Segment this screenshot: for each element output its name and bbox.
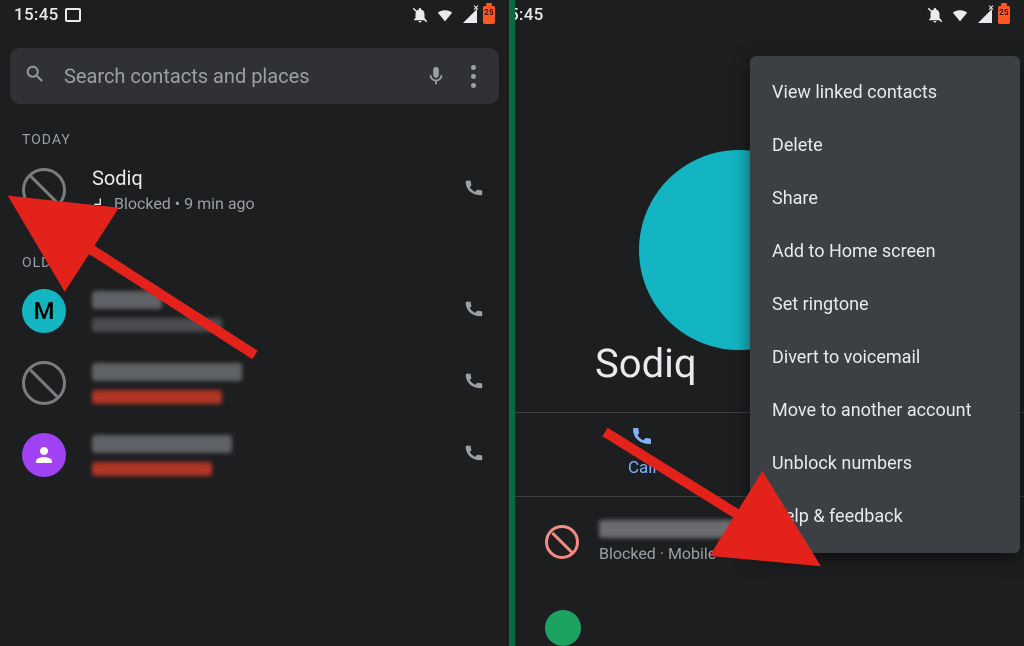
status-time: 15:45 — [14, 5, 59, 25]
call-row-older-3[interactable] — [0, 419, 509, 491]
avatar-generic — [22, 433, 66, 477]
dnd-icon — [411, 6, 429, 24]
call-back-button[interactable] — [463, 369, 491, 397]
menu-help-feedback[interactable]: Help & feedback — [750, 490, 1020, 543]
blurred-number — [599, 520, 759, 538]
whatsapp-icon — [545, 610, 581, 646]
menu-add-home[interactable]: Add to Home screen — [750, 225, 1020, 278]
signal-icon: × — [976, 7, 992, 23]
blurred-name — [92, 435, 232, 453]
search-placeholder: Search contacts and places — [64, 64, 421, 88]
overflow-menu: View linked contacts Delete Share Add to… — [750, 56, 1020, 553]
missed-call-icon — [92, 196, 108, 212]
section-today-label: TODAY — [0, 104, 509, 152]
search-icon — [24, 63, 46, 89]
menu-move-account[interactable]: Move to another account — [750, 384, 1020, 437]
search-bar[interactable]: Search contacts and places — [10, 48, 499, 104]
dnd-icon — [926, 6, 944, 24]
menu-divert-voicemail[interactable]: Divert to voicemail — [750, 331, 1020, 384]
call-back-button[interactable] — [463, 441, 491, 469]
contact-name: Sodiq — [595, 340, 697, 387]
voice-call-row[interactable] — [545, 610, 601, 646]
status-bar: 15:45 × 25 — [0, 0, 509, 30]
blocked-sub: Blocked · Mobile — [599, 544, 759, 563]
right-screenshot: 15:45 × 25 Sodiq Call — [515, 0, 1024, 646]
call-back-button[interactable] — [463, 297, 491, 325]
overflow-menu-icon[interactable] — [457, 65, 489, 88]
picture-icon — [65, 8, 81, 22]
battery-icon: 25 — [998, 6, 1010, 24]
battery-icon: 25 — [483, 6, 495, 24]
blurred-name — [92, 291, 162, 309]
call-row-older-1[interactable]: M — [0, 275, 509, 347]
call-row-older-2[interactable] — [0, 347, 509, 419]
blurred-sub — [92, 462, 212, 476]
mic-icon[interactable] — [421, 65, 451, 87]
section-older-label: OLDER — [0, 227, 509, 275]
call-name: Sodiq — [92, 166, 463, 190]
call-sub: Blocked • 9 min ago — [92, 194, 463, 213]
status-time: 15:45 — [515, 5, 544, 25]
status-bar: 15:45 × 25 — [515, 0, 1024, 30]
blocked-avatar-icon — [22, 168, 66, 212]
blurred-sub — [92, 318, 222, 332]
blurred-sub — [92, 390, 222, 404]
blocked-icon — [545, 525, 579, 559]
menu-share[interactable]: Share — [750, 172, 1020, 225]
menu-delete[interactable]: Delete — [750, 119, 1020, 172]
wifi-icon — [435, 7, 455, 23]
phone-icon — [515, 423, 770, 452]
left-screenshot: 15:45 × 25 Search contacts and places — [0, 0, 509, 646]
call-back-button[interactable] — [463, 176, 491, 204]
avatar-letter-m: M — [22, 289, 66, 333]
menu-unblock-numbers[interactable]: Unblock numbers — [750, 437, 1020, 490]
blurred-name — [92, 363, 242, 381]
call-row-sodiq[interactable]: Sodiq Blocked • 9 min ago — [0, 152, 509, 227]
menu-view-linked[interactable]: View linked contacts — [750, 66, 1020, 119]
wifi-icon — [950, 7, 970, 23]
search-wrap: Search contacts and places — [0, 30, 509, 104]
blocked-avatar-icon — [22, 361, 66, 405]
menu-set-ringtone[interactable]: Set ringtone — [750, 278, 1020, 331]
signal-icon: × — [461, 7, 477, 23]
call-action[interactable]: Call — [515, 423, 770, 478]
